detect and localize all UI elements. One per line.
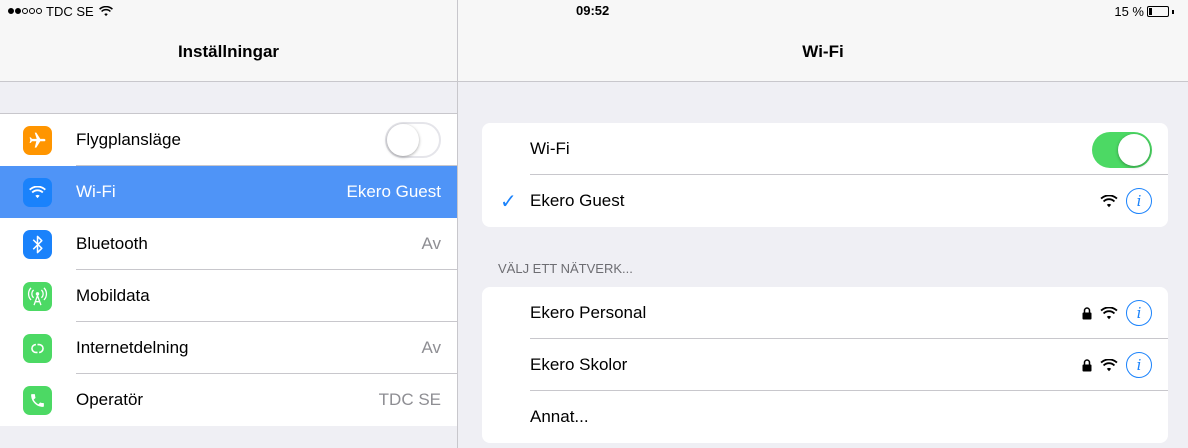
lock-icon <box>1082 306 1092 319</box>
phone-icon <box>23 386 52 415</box>
settings-title: Inställningar <box>177 41 280 61</box>
wifi-signal-icon <box>1100 306 1118 319</box>
network-row-other[interactable]: Annat... <box>482 391 1168 443</box>
info-icon[interactable]: i <box>1126 300 1152 326</box>
hotspot-icon <box>23 334 52 363</box>
antenna-icon <box>23 282 52 311</box>
wifi-toggle-row: Wi-Fi <box>482 123 1168 175</box>
settings-item-carrier[interactable]: Operatör TDC SE <box>0 374 457 426</box>
connected-network-row[interactable]: ✓ Ekero Guest i <box>482 175 1168 227</box>
network-icons: i <box>1082 300 1152 326</box>
settings-list: Flygplansläge Wi-Fi Ekero Guest Bluetoot… <box>0 113 457 426</box>
wifi-navbar: Wi-Fi <box>458 22 1188 82</box>
wifi-status-card: Wi-Fi ✓ Ekero Guest i <box>482 123 1168 227</box>
wifi-signal-icon <box>1100 358 1118 371</box>
settings-item-value: Av <box>421 234 441 253</box>
other-network-label: Annat... <box>530 407 589 426</box>
lock-icon <box>1082 358 1092 371</box>
airplane-mode-toggle[interactable] <box>385 122 441 158</box>
wifi-status-icon <box>98 5 113 16</box>
status-bar: TDC SE 09:52 15 % <box>0 0 1188 22</box>
battery-icon <box>1147 6 1169 17</box>
connected-network-name: Ekero Guest <box>530 191 625 210</box>
settings-item-label: Internetdelning <box>76 338 189 357</box>
settings-item-label: Operatör <box>76 390 144 409</box>
settings-navbar: Inställningar <box>0 22 457 82</box>
status-bar-left: TDC SE <box>0 0 457 22</box>
network-icons: i <box>1100 188 1152 214</box>
wifi-signal-icon <box>1100 194 1118 207</box>
checkmark-icon: ✓ <box>500 191 517 213</box>
wifi-icon <box>23 178 52 207</box>
wifi-toggle[interactable] <box>1092 132 1152 168</box>
info-icon[interactable]: i <box>1126 352 1152 378</box>
settings-item-value: Av <box>421 338 441 357</box>
bluetooth-icon <box>23 230 52 259</box>
settings-item-label: Bluetooth <box>76 234 148 253</box>
settings-item-value: TDC SE <box>378 390 441 409</box>
settings-item-airplane-mode[interactable]: Flygplansläge <box>0 114 457 166</box>
battery-percent: 15 % <box>1114 4 1144 19</box>
info-icon[interactable]: i <box>1126 188 1152 214</box>
settings-item-mobile-data[interactable]: Mobildata <box>0 270 457 322</box>
settings-item-label: Wi-Fi <box>76 182 116 201</box>
airplane-icon <box>23 126 52 155</box>
signal-strength-icon <box>8 8 42 14</box>
settings-item-bluetooth[interactable]: Bluetooth Av <box>0 218 457 270</box>
network-row-ekero-skolor[interactable]: Ekero Skolor i <box>482 339 1168 391</box>
settings-item-hotspot[interactable]: Internetdelning Av <box>0 322 457 374</box>
battery-indicator: 15 % <box>1114 4 1174 19</box>
status-time: 09:52 <box>576 3 610 18</box>
networks-card: Ekero Personal i Ekero Skolor i Annat... <box>482 287 1168 443</box>
settings-item-label: Mobildata <box>76 286 150 305</box>
battery-tip <box>1172 9 1174 14</box>
network-name: Ekero Skolor <box>530 355 628 374</box>
settings-item-label: Flygplansläge <box>76 130 181 149</box>
settings-item-wifi[interactable]: Wi-Fi Ekero Guest <box>0 166 457 218</box>
settings-item-value: Ekero Guest <box>346 182 442 201</box>
network-name: Ekero Personal <box>530 303 647 322</box>
wifi-toggle-label: Wi-Fi <box>530 139 570 158</box>
section-header: VÄLJ ETT NÄTVERK... <box>498 261 633 276</box>
status-bar-right: 09:52 15 % <box>458 0 1188 22</box>
wifi-title: Wi-Fi <box>802 41 844 61</box>
network-row-ekero-personal[interactable]: Ekero Personal i <box>482 287 1168 339</box>
carrier-name: TDC SE <box>46 3 94 19</box>
network-icons: i <box>1082 352 1152 378</box>
